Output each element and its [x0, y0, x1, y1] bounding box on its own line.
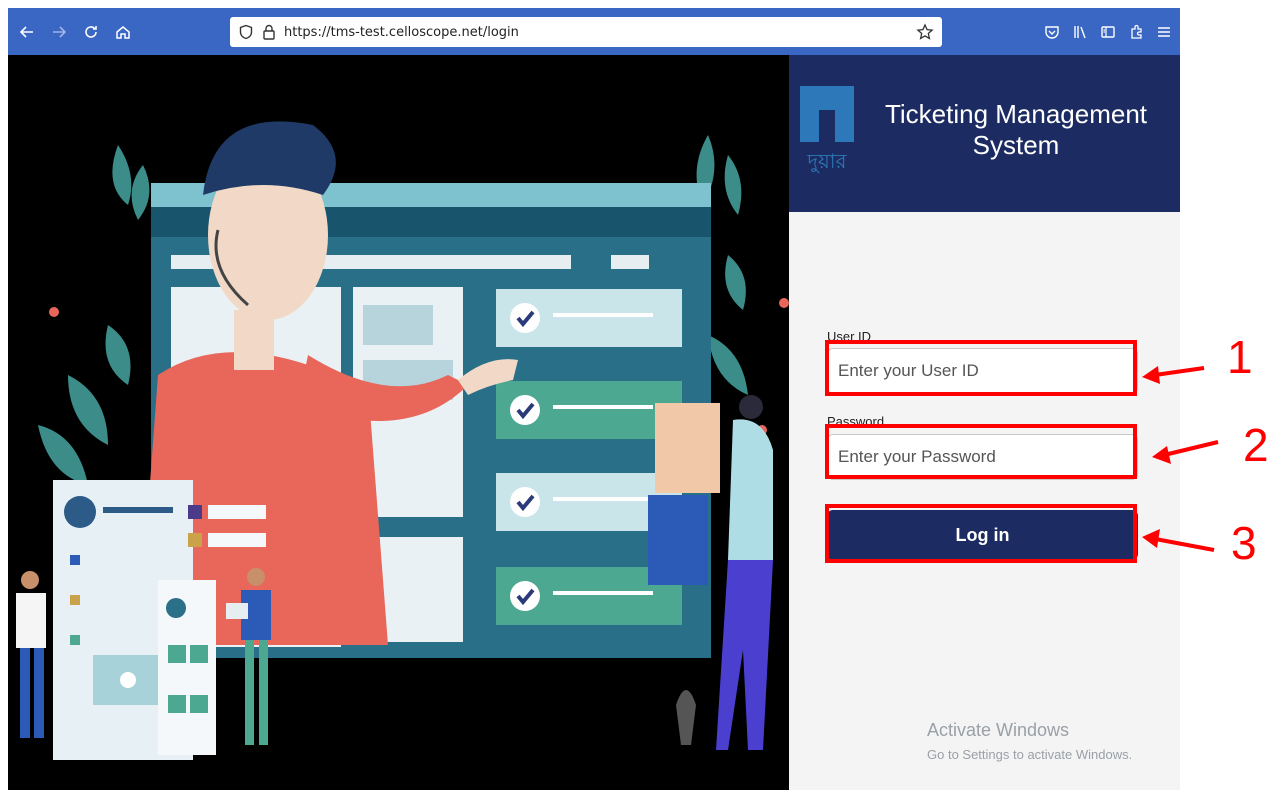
annotation-arrow-2	[1152, 440, 1219, 464]
support-agent-illustration	[16, 121, 789, 760]
lock-icon[interactable]	[262, 24, 276, 40]
annotation-number-3: 3	[1231, 517, 1257, 569]
pocket-icon[interactable]	[1044, 24, 1060, 40]
reload-button[interactable]	[78, 19, 104, 45]
app-title: Ticketing Management System	[881, 99, 1151, 161]
annotation-box-password	[825, 424, 1137, 479]
annotation-box-user-id	[825, 340, 1137, 396]
app-logo: দুয়ার	[800, 86, 854, 173]
home-button[interactable]	[110, 19, 136, 45]
hero-illustration	[8, 55, 789, 790]
back-button[interactable]	[14, 19, 40, 45]
app-title-line2: System	[972, 130, 1060, 160]
url-text[interactable]: https://tms-test.celloscope.net/login	[284, 25, 519, 40]
home-icon	[116, 25, 130, 39]
annotation-number-2: 2	[1243, 419, 1269, 471]
library-icon[interactable]	[1072, 24, 1088, 40]
svg-text:দুয়ার: দুয়ার	[806, 149, 847, 173]
reload-icon	[85, 25, 97, 38]
extensions-icon[interactable]	[1128, 24, 1144, 40]
annotation-number-1: 1	[1227, 331, 1253, 383]
activate-windows-title: Activate Windows	[927, 720, 1070, 740]
browser-toolbar: https://tms-test.celloscope.net/login	[8, 8, 1180, 55]
back-icon	[19, 25, 33, 38]
forward-button[interactable]	[46, 19, 72, 45]
star-icon[interactable]	[916, 23, 934, 41]
panel-header: দুয়ার Ticketing Management System	[789, 55, 1180, 212]
annotation-arrow-3	[1142, 529, 1215, 552]
shield-icon[interactable]	[238, 24, 254, 40]
annotation-arrow-1	[1142, 366, 1205, 384]
annotation-box-login	[825, 504, 1137, 563]
app-title-line1: Ticketing Management	[884, 99, 1148, 129]
activate-windows-subtitle: Go to Settings to activate Windows.	[927, 747, 1133, 762]
login-panel: দুয়ার Ticketing Management System User …	[789, 55, 1180, 790]
menu-icon[interactable]	[1156, 24, 1172, 40]
address-bar[interactable]: https://tms-test.celloscope.net/login	[230, 17, 942, 47]
sidebar-icon[interactable]	[1100, 24, 1116, 40]
forward-icon	[53, 25, 67, 38]
